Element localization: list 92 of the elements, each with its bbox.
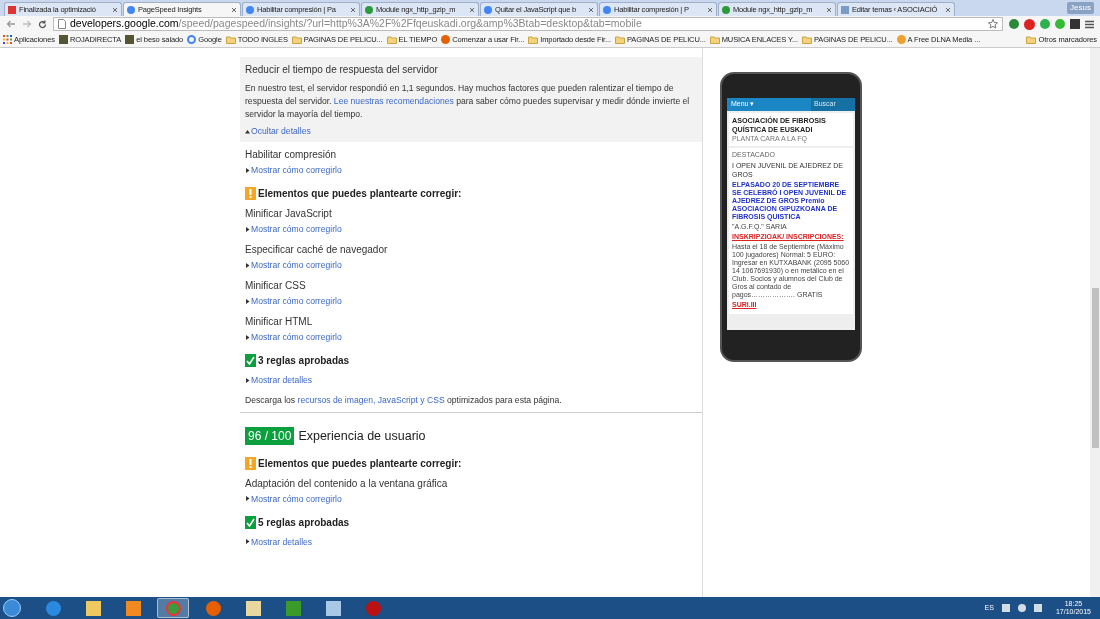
expand-icon bbox=[245, 496, 250, 502]
extension-icon[interactable] bbox=[1024, 18, 1035, 30]
folder-icon bbox=[291, 35, 302, 44]
folder-icon bbox=[615, 35, 625, 44]
firefox-icon bbox=[441, 35, 451, 44]
google-icon bbox=[187, 35, 197, 44]
menu-icon[interactable] bbox=[1085, 19, 1094, 29]
toggle-link[interactable]: Mostrar cómo corregirlo bbox=[251, 492, 342, 505]
rule-title: Minificar JavaScript bbox=[245, 207, 333, 221]
expand-icon bbox=[245, 262, 250, 268]
rule-title: Habilitar compresión bbox=[245, 148, 338, 162]
text-link[interactable]: recursos de imagen, JavaScript y CSS bbox=[297, 395, 445, 405]
expand-icon bbox=[245, 334, 250, 340]
expand-icon bbox=[245, 539, 250, 545]
site-icon bbox=[58, 35, 68, 44]
rule-title: Especificar caché de navegador bbox=[245, 243, 389, 257]
rule-title: Minificar HTML bbox=[245, 315, 314, 329]
tab-icon bbox=[841, 5, 849, 14]
section-title: Experiencia de usuario bbox=[298, 428, 426, 445]
extension-icon[interactable] bbox=[1009, 19, 1019, 29]
page-icon bbox=[58, 19, 66, 29]
score-badge: 96 / 100 bbox=[245, 427, 295, 446]
app-icon bbox=[45, 600, 61, 616]
app-icon bbox=[245, 600, 261, 616]
close-icon[interactable] bbox=[231, 6, 237, 13]
app-icon bbox=[85, 600, 101, 616]
close-icon[interactable] bbox=[945, 6, 951, 13]
rule-title: Minificar CSS bbox=[245, 279, 307, 293]
text-link[interactable]: Lee nuestras recomendaciones bbox=[333, 96, 454, 106]
scrollbar[interactable] bbox=[1090, 48, 1100, 597]
section-heading: Elementos que puedes plantearte corregir: bbox=[258, 456, 462, 471]
tab-icon bbox=[722, 5, 730, 14]
close-icon[interactable] bbox=[707, 6, 713, 13]
toggle-link[interactable]: Mostrar cómo corregirlo bbox=[251, 164, 342, 176]
check-icon bbox=[245, 354, 256, 367]
tray-icon[interactable] bbox=[1001, 604, 1010, 612]
url-path: /speed/pagespeed/insights/?url=http%3A%2F%2Ffqeuskadi.org&amp%3Btab=desktop&tab=mobile bbox=[178, 18, 642, 30]
section-heading: Elementos que puedes plantearte corregir: bbox=[258, 187, 462, 201]
tab-icon bbox=[8, 5, 16, 14]
url-host: developers.google.com bbox=[70, 18, 179, 30]
warning-icon bbox=[245, 456, 256, 470]
rule-title: Reducir el tiempo de respuesta del servidor bbox=[245, 63, 439, 77]
close-icon[interactable] bbox=[826, 6, 832, 13]
address-bar[interactable]: developers.google.com/speed/pagespeed/insights/?url=http%3A%2F%2Ffqeuskadi.org&amp%3Btab=desktop&tab=mobile bbox=[53, 17, 1003, 31]
taskbar-app[interactable] bbox=[157, 598, 189, 618]
close-icon[interactable] bbox=[112, 6, 118, 13]
apps-icon bbox=[3, 35, 12, 44]
toggle-link[interactable]: Mostrar detalles bbox=[251, 535, 313, 548]
expand-icon bbox=[245, 377, 250, 383]
app-icon bbox=[125, 600, 141, 616]
folder-icon bbox=[225, 35, 236, 44]
app-icon bbox=[285, 600, 301, 616]
folder-icon bbox=[709, 35, 720, 44]
toggle-link[interactable]: Mostrar cómo corregirlo bbox=[251, 295, 342, 307]
close-icon[interactable] bbox=[350, 6, 356, 13]
toggle-link[interactable]: Mostrar cómo corregirlo bbox=[251, 331, 342, 343]
app-icon bbox=[325, 600, 341, 616]
reload-icon[interactable] bbox=[38, 19, 47, 29]
section-heading: 3 reglas aprobadas bbox=[258, 354, 350, 368]
expand-icon bbox=[245, 226, 250, 232]
site-icon bbox=[125, 35, 135, 44]
warning-icon bbox=[245, 187, 256, 200]
rule-description: En nuestro test, el servidor respondió en 1,1 segundos. Hay muchos factores que pueden ralentizar el tiempo de respuesta del servidor. Lee nuestras recomendaciones para saber cómo puedes supervisar y medir dónde invierte el servidor la mayoría del tiempo. bbox=[245, 82, 691, 121]
tab-icon bbox=[246, 5, 254, 14]
back-icon[interactable] bbox=[6, 20, 16, 28]
expand-icon bbox=[245, 298, 250, 304]
rule-title: Adaptación del contenido a la ventana gráfica bbox=[245, 476, 449, 491]
close-icon[interactable] bbox=[469, 6, 475, 13]
toggle-link[interactable]: Ocultar detalles bbox=[251, 125, 311, 137]
toggle-link[interactable]: Mostrar cómo corregirlo bbox=[251, 223, 342, 235]
app-icon bbox=[205, 600, 221, 616]
app-icon bbox=[365, 600, 381, 616]
folder-icon bbox=[801, 35, 812, 44]
start-button[interactable] bbox=[3, 599, 21, 617]
collapse-icon bbox=[245, 128, 250, 134]
toggle-link[interactable]: Mostrar cómo corregirlo bbox=[251, 259, 342, 271]
expand-icon bbox=[245, 167, 250, 173]
folder-icon bbox=[528, 35, 539, 44]
check-icon bbox=[245, 515, 256, 529]
tab-icon bbox=[484, 5, 492, 14]
tab-icon bbox=[603, 5, 611, 14]
toggle-link[interactable]: Mostrar detalles bbox=[251, 374, 313, 386]
close-icon[interactable] bbox=[588, 6, 594, 13]
folder-icon bbox=[386, 35, 397, 44]
star-icon[interactable] bbox=[988, 19, 998, 29]
app-icon bbox=[165, 600, 181, 616]
tab-icon bbox=[365, 5, 373, 14]
site-icon bbox=[896, 35, 906, 44]
folder-icon bbox=[1025, 35, 1036, 44]
section-heading: 5 reglas aprobadas bbox=[258, 515, 350, 530]
download-note: Descarga los recursos de imagen, JavaScript y CSS optimizados para esta página. bbox=[245, 394, 563, 406]
tab-icon bbox=[127, 5, 135, 14]
